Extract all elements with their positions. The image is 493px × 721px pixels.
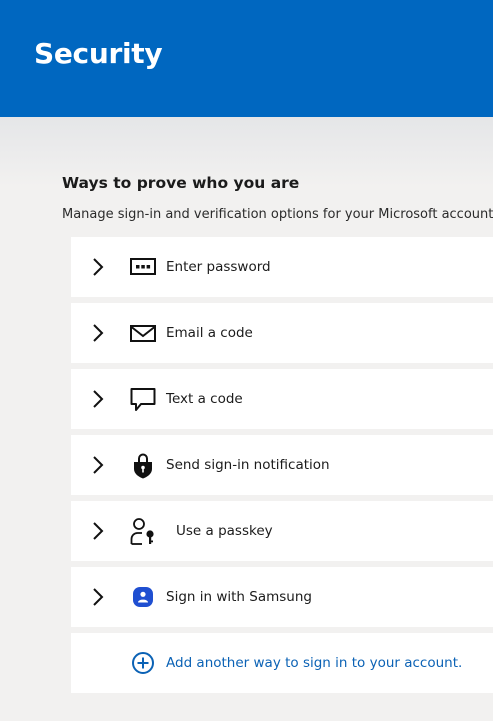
chevron-right-icon[interactable] <box>91 257 105 277</box>
lock-shield-icon <box>134 453 152 479</box>
page-header: Security <box>0 0 493 117</box>
chat-bubble-icon <box>130 388 156 411</box>
chevron-right-icon[interactable] <box>91 587 105 607</box>
section-subtitle: Manage sign-in and verification options … <box>62 207 493 222</box>
password-icon <box>130 258 156 275</box>
add-method-link[interactable]: Add another way to sign in to your accou… <box>166 633 462 693</box>
method-row-passkey[interactable]: Use a passkey <box>71 501 493 561</box>
method-label: Sign in with Samsung <box>166 589 312 605</box>
chevron-right-icon[interactable] <box>91 521 105 541</box>
method-row-password[interactable]: Enter password <box>71 237 493 297</box>
section-title: Ways to prove who you are <box>62 174 300 192</box>
method-label: Email a code <box>166 325 253 341</box>
chevron-right-icon[interactable] <box>91 323 105 343</box>
samsung-icon <box>133 587 153 607</box>
add-method-row[interactable]: Add another way to sign in to your accou… <box>71 633 493 693</box>
method-row-notification[interactable]: Send sign-in notification <box>71 435 493 495</box>
method-label: Text a code <box>166 391 243 407</box>
method-row-samsung[interactable]: Sign in with Samsung <box>71 567 493 627</box>
chevron-right-icon[interactable] <box>91 389 105 409</box>
chevron-right-icon[interactable] <box>91 455 105 475</box>
user-key-icon <box>130 518 154 545</box>
method-label: Enter password <box>166 259 271 275</box>
plus-circle-icon[interactable] <box>130 649 156 677</box>
email-icon <box>130 325 156 342</box>
method-row-text[interactable]: Text a code <box>71 369 493 429</box>
method-label: Use a passkey <box>176 523 273 539</box>
page-title: Security <box>34 37 163 70</box>
method-row-email[interactable]: Email a code <box>71 303 493 363</box>
method-label: Send sign-in notification <box>166 457 330 473</box>
